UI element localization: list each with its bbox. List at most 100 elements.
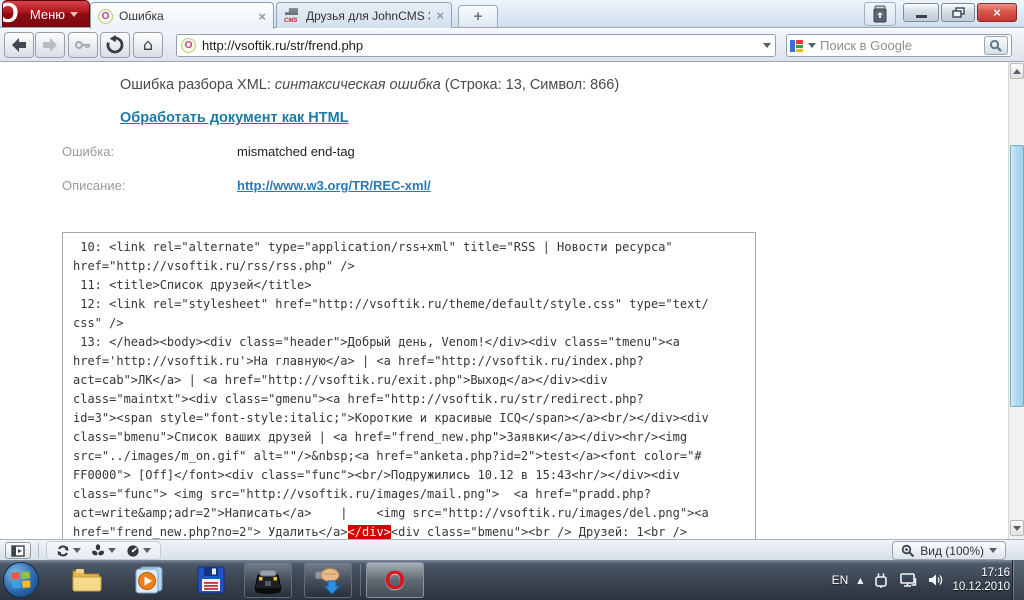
- password-wand-button[interactable]: [68, 32, 98, 58]
- opera-browser-window: O Меню O Ошибка × CMS Друзья для JohnCMS…: [0, 0, 1024, 600]
- closed-tabs-trash-button[interactable]: [864, 2, 896, 26]
- power-plug-icon[interactable]: [872, 571, 890, 589]
- chevron-down-icon: [70, 11, 79, 17]
- close-icon: ×: [993, 5, 1001, 20]
- forward-button[interactable]: [35, 32, 65, 58]
- description-label: Описание:: [62, 178, 126, 193]
- tab-close-icon[interactable]: ×: [258, 9, 266, 24]
- folder-icon: [72, 569, 102, 592]
- error-value: mismatched end-tag: [237, 144, 355, 159]
- tab-title: Друзья для JohnCMS 3...: [306, 8, 430, 23]
- home-icon: ⌂: [142, 35, 154, 54]
- taskbar-wmp-button[interactable]: [126, 562, 172, 598]
- scroll-up-button[interactable]: [1010, 63, 1024, 79]
- taskbar-floppy-button[interactable]: [188, 562, 234, 598]
- chevron-down-icon: [73, 548, 81, 553]
- search-box[interactable]: [786, 34, 1012, 57]
- windows-flag-icon: [11, 571, 31, 589]
- navigation-toolbar: ⌂ O http://vsoftik.ru/str/frend.php: [0, 29, 1024, 62]
- search-input[interactable]: [820, 38, 980, 53]
- minimize-button[interactable]: [903, 3, 939, 22]
- new-tab-button[interactable]: +: [458, 5, 498, 27]
- unite-button[interactable]: [91, 543, 116, 558]
- search-go-button[interactable]: [984, 36, 1008, 55]
- zoom-control-button[interactable]: Вид (100%): [892, 541, 1006, 560]
- tab-close-icon[interactable]: ×: [436, 8, 444, 23]
- tab-johncms-friends[interactable]: CMS Друзья для JohnCMS 3... ×: [276, 2, 452, 28]
- zoom-label: Вид (100%): [920, 543, 984, 558]
- taskbar-opera-button[interactable]: O: [366, 562, 424, 598]
- restore-icon: [951, 6, 965, 18]
- scroll-down-button[interactable]: [1010, 520, 1024, 536]
- reload-button[interactable]: [100, 32, 130, 58]
- error-label: Ошибка:: [62, 144, 115, 159]
- reload-icon: [106, 35, 124, 54]
- turbo-button[interactable]: [126, 544, 151, 558]
- chevron-down-icon: [108, 548, 116, 553]
- menu-button-label: Меню: [29, 6, 66, 22]
- taskbar-download-app-button[interactable]: [304, 562, 352, 598]
- panels-toggle-button[interactable]: [5, 542, 31, 559]
- home-button[interactable]: ⌂: [133, 32, 163, 58]
- network-icon[interactable]: [899, 571, 918, 589]
- clock-time: 17:16: [981, 567, 1010, 579]
- back-arrow-icon: [12, 38, 26, 52]
- unite-fan-icon: [91, 543, 105, 555]
- system-tray: EN ▲ 17:16 10.12.2010: [832, 560, 1010, 600]
- statusbar-tools-group: [46, 541, 161, 560]
- search-icon: [989, 39, 1002, 52]
- taskbar-machine-app-button[interactable]: [244, 562, 292, 598]
- panel-icon: [11, 544, 25, 557]
- clock-date: 10.12.2010: [952, 581, 1010, 593]
- google-icon: [790, 39, 804, 53]
- back-button[interactable]: [4, 32, 34, 58]
- code-block: 10: <link rel="alternate" type="applicat…: [62, 232, 756, 539]
- reparse-as-html-link[interactable]: Обработать документ как HTML: [120, 110, 349, 126]
- site-favicon: O: [181, 38, 196, 53]
- zoom-magnifier-icon: [902, 544, 915, 557]
- sync-button[interactable]: [56, 544, 81, 558]
- divider: [38, 543, 39, 558]
- cms-favicon: CMS: [284, 8, 300, 24]
- triangle-up-icon: [1013, 68, 1021, 74]
- opera-icon: O: [384, 564, 406, 595]
- address-url-text[interactable]: http://vsoftik.ru/str/frend.php: [202, 38, 757, 53]
- opera-menu-button[interactable]: O Меню: [2, 0, 90, 27]
- opera-logo-icon: O: [3, 1, 19, 27]
- close-button[interactable]: ×: [977, 3, 1017, 22]
- restore-button[interactable]: [941, 3, 975, 22]
- tab-bar: O Меню O Ошибка × CMS Друзья для JohnCMS…: [0, 0, 1024, 29]
- floppy-disk-icon: [197, 566, 225, 594]
- language-indicator[interactable]: EN: [832, 573, 849, 587]
- tab-error-page[interactable]: O Ошибка ×: [90, 2, 274, 29]
- start-button[interactable]: [3, 562, 39, 598]
- triangle-down-icon: [1013, 525, 1021, 531]
- address-dropdown-icon[interactable]: [763, 43, 771, 48]
- xml-spec-link[interactable]: http://www.w3.org/TR/REC-xml/: [237, 178, 431, 193]
- machine-icon: [254, 569, 282, 594]
- opera-page-icon: O: [98, 8, 113, 24]
- turbo-gauge-icon: [127, 544, 139, 557]
- show-desktop-button[interactable]: [1012, 560, 1024, 600]
- status-bar: Вид (100%): [0, 539, 1024, 560]
- divider: [360, 564, 361, 596]
- address-bar[interactable]: O http://vsoftik.ru/str/frend.php: [176, 34, 776, 57]
- chevron-down-icon: [989, 548, 997, 553]
- taskbar-explorer-button[interactable]: [64, 562, 110, 598]
- media-player-icon: [135, 566, 163, 594]
- hand-download-icon: [314, 568, 342, 595]
- tray-expand-icon[interactable]: ▲: [857, 576, 863, 585]
- page-content: Ошибка разбора XML: синтаксическая ошибк…: [0, 62, 1024, 539]
- page-scrollbar[interactable]: [1008, 62, 1024, 539]
- scrollbar-thumb[interactable]: [1010, 145, 1024, 407]
- tab-title: Ошибка: [119, 9, 164, 23]
- trash-icon: [873, 5, 887, 23]
- volume-icon[interactable]: [927, 572, 943, 588]
- search-engine-dropdown-icon[interactable]: [808, 43, 816, 48]
- clock[interactable]: 17:16 10.12.2010: [952, 566, 1010, 594]
- forward-arrow-icon: [43, 38, 57, 52]
- xml-error-heading: Ошибка разбора XML: синтаксическая ошибк…: [120, 77, 620, 93]
- key-icon: [74, 40, 91, 50]
- windows-taskbar: O EN ▲ 17:16 10.12.2010: [0, 560, 1024, 600]
- chevron-down-icon: [143, 548, 151, 553]
